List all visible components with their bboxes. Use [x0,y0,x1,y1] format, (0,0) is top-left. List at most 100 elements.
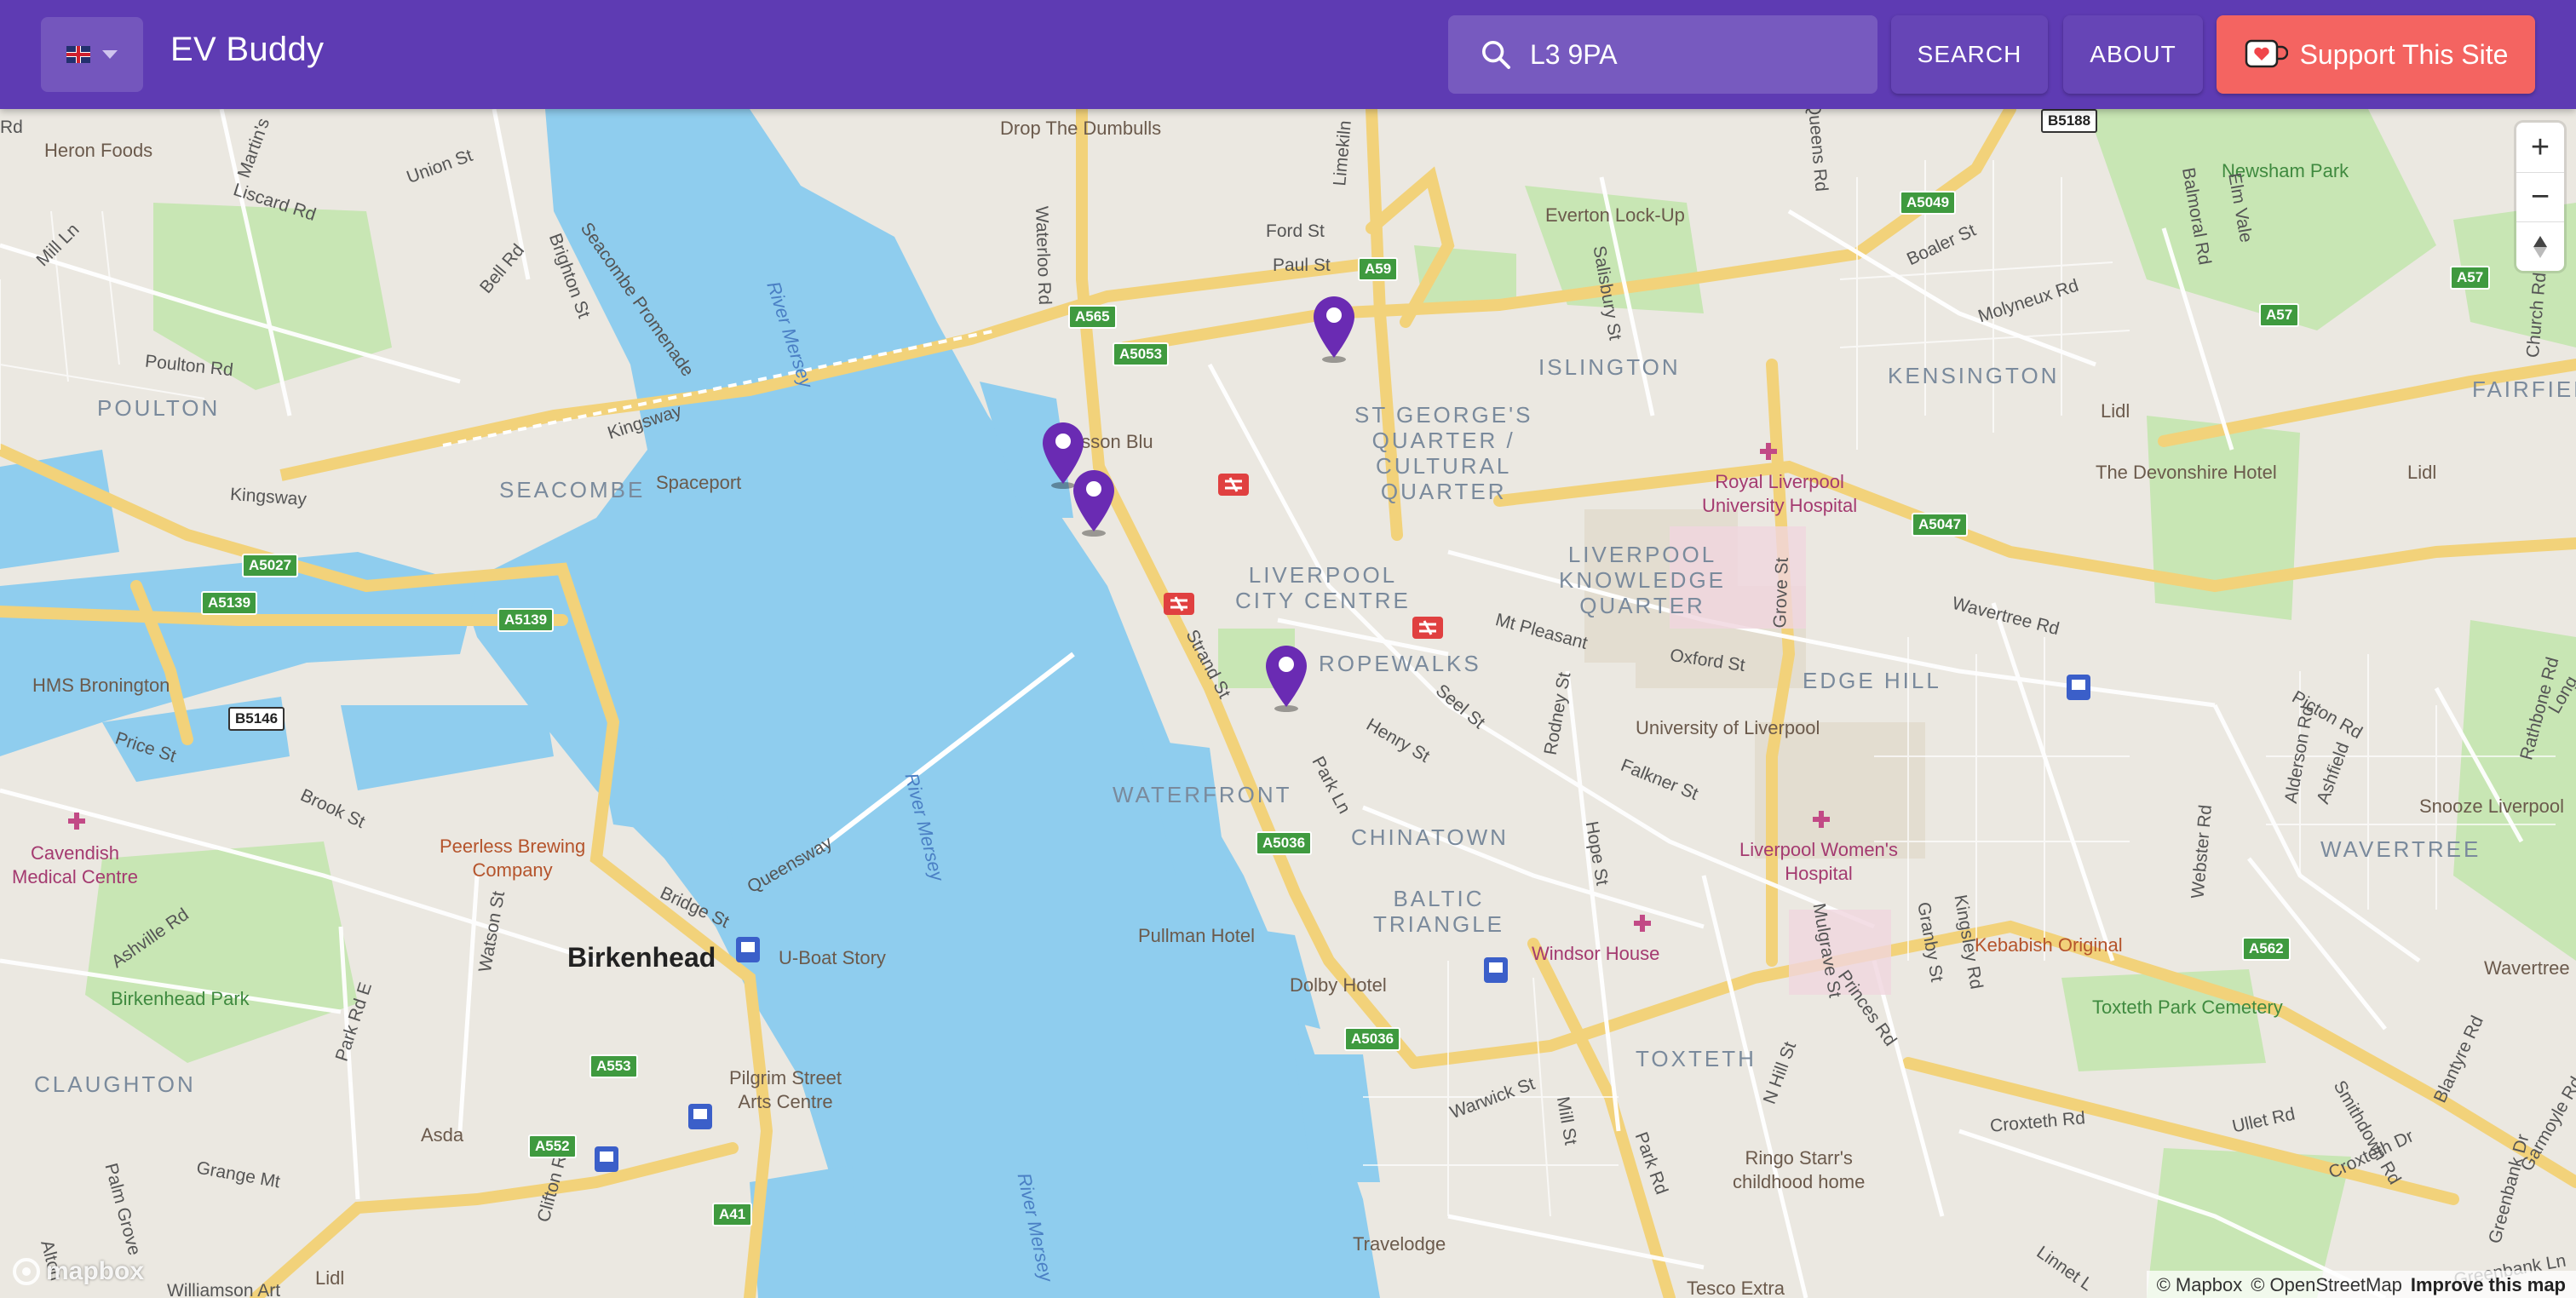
mapbox-logo-text: mapbox [46,1257,145,1285]
road-shield: A5049 [1900,191,1957,215]
area-label: KENSINGTON [1888,363,2060,388]
street-label: Waterloo Rd [1031,205,1055,306]
road-shield: A553 [589,1054,638,1078]
area-label: ROPEWALKS [1319,651,1481,676]
search-input[interactable] [1530,38,1854,71]
poi-label: Lidl [315,1267,345,1289]
search-field[interactable] [1448,15,1877,94]
rail-station-icon [1412,617,1443,639]
compass-button[interactable] [2516,221,2564,271]
app-title: EV Buddy [170,31,325,68]
hospital-icon [1760,443,1777,460]
poi-label: Royal Liverpool University Hospital [1702,471,1858,516]
city-label: Birkenhead [567,942,716,973]
train-icon [2067,675,2090,700]
poi-label: Birkenhead Park [111,988,250,1009]
search-button[interactable]: SEARCH [1891,15,2048,94]
chevron-down-icon [102,50,118,59]
rail-station-icon [1218,474,1249,496]
poi-label: Lidl [2101,400,2130,422]
street-label: Rd [0,118,23,137]
area-label: TOXTETH [1636,1046,1757,1071]
zoom-in-button[interactable]: + [2516,123,2564,172]
map-canvas[interactable]: POULTON SEACOMBE CLAUGHTON ISLINGTON KEN… [0,109,2576,1298]
improve-map-link[interactable]: Improve this map [2411,1274,2566,1295]
mapbox-attribution-link[interactable]: © Mapbox [2157,1274,2243,1295]
poi-label: Kebabish Original [1975,934,2123,956]
area-label: CLAUGHTON [34,1071,196,1097]
mapbox-logo-icon [13,1258,40,1285]
road-shield: A5036 [1256,831,1313,855]
street-label: Grove St [1769,557,1792,629]
ko-fi-cup-icon [2245,39,2288,68]
street-label: Paul St [1273,256,1331,275]
poi-label: Ringo Starr's childhood home [1733,1147,1866,1192]
hospital-icon [1813,811,1830,828]
road-shield: A41 [712,1203,753,1226]
compass-icon [2533,235,2547,258]
area-label: LIVERPOOL KNOWLEDGE QUARTER [1559,542,1727,618]
poi-label: Wavertree Pl [2484,957,2576,979]
language-selector[interactable] [41,17,143,92]
poi-label: Heron Foods [44,140,153,161]
map-attribution: © Mapbox © OpenStreetMap Improve this ma… [2146,1271,2576,1298]
road-shield: A5139 [201,591,258,615]
road-shield: A5139 [497,608,555,632]
train-icon [688,1104,712,1129]
poi-label: Drop The Dumbulls [1000,118,1162,139]
poi-label: Liverpool Women's Hospital [1739,839,1898,884]
street-label: Williamson Art [167,1281,281,1298]
hospital-icon [1634,915,1651,932]
poi-label: Travelodge [1353,1233,1446,1255]
search-icon [1482,41,1510,69]
area-label: ST GEORGE'S QUARTER / CULTURAL QUARTER [1354,402,1533,504]
poi-label: Pilgrim Street Arts Centre [729,1067,842,1112]
poi-label: University of Liverpool [1636,717,1820,738]
poi-label: Peerless Brewing Company [440,836,586,881]
poi-label: HMS Bronington [32,675,170,696]
poi-label: Windsor House [1532,943,1660,964]
poi-label: Pullman Hotel [1138,925,1255,946]
about-button[interactable]: ABOUT [2063,15,2203,94]
app-bar: EV Buddy SEARCH ABOUT Support This Site [0,0,2576,109]
area-label: CHINATOWN [1351,824,1509,850]
area-label: WATERFRONT [1113,782,1292,807]
area-label: WAVERTREE [2320,836,2481,862]
poi-label: Lidl [2407,462,2437,483]
zoom-out-button[interactable]: − [2516,172,2564,221]
area-label: BALTIC TRIANGLE [1373,886,1505,937]
poi-label: Dolby Hotel [1290,974,1387,996]
road-shield: A5053 [1113,342,1170,366]
poi-label: The Devonshire Hotel [2096,462,2277,483]
uk-flag-icon [66,46,90,63]
poi-label: Asda [421,1124,464,1146]
train-icon [736,937,760,962]
area-label: EDGE HILL [1803,668,1941,693]
area-label: FAIRFIELD [2472,376,2576,402]
mapbox-logo[interactable]: mapbox [12,1257,144,1286]
road-shield: B5188 [2041,109,2098,133]
charger-pin-marker[interactable] [1308,291,1360,363]
poi-label: Cavendish Medical Centre [12,842,138,887]
poi-label: Tesco Extra [1687,1278,1785,1298]
hospital-icon [68,813,85,830]
poi-label: Everton Lock-Up [1545,204,1685,226]
road-shield: A562 [2242,937,2291,961]
area-label: POULTON [97,395,221,421]
road-shield: A5036 [1344,1027,1401,1051]
area-label: LIVERPOOL CITY CENTRE [1235,562,1411,613]
area-label: ISLINGTON [1538,354,1681,380]
charger-pin-marker[interactable] [1068,465,1119,537]
road-shield: A59 [1358,257,1399,281]
support-button[interactable]: Support This Site [2217,15,2535,94]
charger-pin-marker[interactable] [1261,640,1312,712]
road-shield: A57 [2450,266,2491,290]
road-shield: A5027 [242,554,299,577]
rail-station-icon [1164,593,1194,615]
poi-label: Snooze Liverpool [2419,795,2565,817]
poi-label: Spaceport [656,472,742,493]
train-icon [595,1146,618,1172]
poi-label: Toxteth Park Cemetery [2092,996,2283,1018]
osm-attribution-link[interactable]: © OpenStreetMap [2251,1274,2402,1295]
area-label: SEACOMBE [499,477,646,503]
